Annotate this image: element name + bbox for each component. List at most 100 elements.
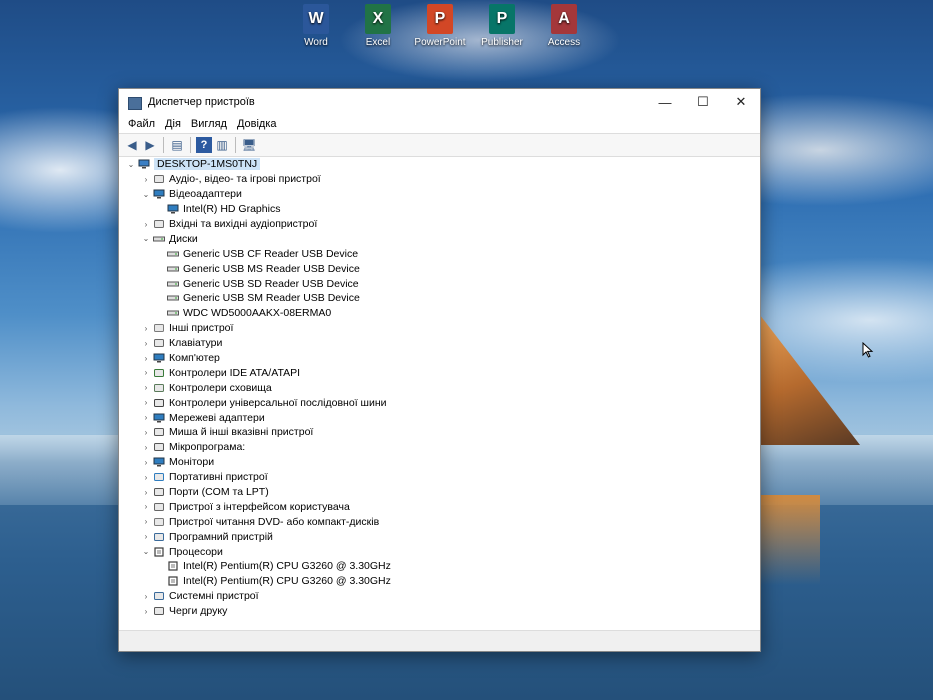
status-bar [119, 630, 760, 651]
menu-file[interactable]: Файл [123, 118, 160, 130]
chevron-right-icon[interactable]: › [141, 443, 151, 452]
dvd-icon [154, 517, 164, 526]
chevron-down-icon[interactable]: ⌄ [141, 234, 151, 243]
desktop-icons: W Word X Excel P PowerPoint P Publisher … [285, 2, 595, 48]
tree-category[interactable]: › Програмний пристрій [119, 529, 760, 544]
tree-device[interactable]: Generic USB SM Reader USB Device [119, 291, 760, 306]
publisher-icon: P [489, 4, 515, 34]
chevron-right-icon[interactable]: › [141, 175, 151, 184]
tree-category[interactable]: › Системні пристрої [119, 589, 760, 604]
tree-category[interactable]: › Контролери універсальної послідовної ши… [119, 395, 760, 410]
tree-category[interactable]: ⌄ Диски [119, 231, 760, 246]
chevron-down-icon[interactable]: ⌄ [141, 547, 151, 556]
tree-device[interactable]: Intel(R) HD Graphics [119, 202, 760, 217]
chevron-right-icon[interactable]: › [141, 607, 151, 616]
tree-category[interactable]: › Пристрої з інтерфейсом користувача [119, 499, 760, 514]
chevron-right-icon[interactable]: › [141, 517, 151, 526]
tree-item-label: Диски [169, 232, 198, 245]
desktop-icon-label: Access [547, 37, 581, 48]
tree-root-label: DESKTOP-1MS0TNJ [154, 158, 261, 171]
device-tree[interactable]: ⌄ DESKTOP-1MS0TNJ › Аудіо-, відео- та ігр… [119, 157, 760, 629]
properties-icon[interactable]: ▤ [169, 137, 185, 153]
monitor-icon [153, 457, 165, 467]
tree-category[interactable]: › Пристрої читання DVD- або компакт-дискі… [119, 514, 760, 529]
chevron-right-icon[interactable]: › [141, 532, 151, 541]
disk-icon [167, 310, 179, 316]
tree-device[interactable]: Generic USB CF Reader USB Device [119, 246, 760, 261]
tree-item-label: Відеоадаптери [169, 188, 242, 201]
tree-category[interactable]: › Портативні пристрої [119, 470, 760, 485]
usb-icon [154, 398, 164, 407]
tree-category[interactable]: › Аудіо-, відео- та ігрові пристрої [119, 172, 760, 187]
chevron-right-icon[interactable]: › [141, 383, 151, 392]
tree-item-label: Інші пристрої [169, 322, 234, 335]
scan-hardware-icon[interactable]: 🖥 [241, 137, 257, 153]
tree-category[interactable]: › Комп'ютер [119, 351, 760, 366]
desktop-icon-publisher[interactable]: P Publisher [471, 2, 533, 48]
tree-item-label: Intel(R) HD Graphics [183, 203, 281, 216]
chevron-right-icon[interactable]: › [141, 502, 151, 511]
title-bar[interactable]: Диспетчер пристроїв — ☐ ✕ [119, 89, 760, 115]
back-arrow-icon[interactable]: ◀ [124, 137, 140, 153]
ide-icon [154, 368, 164, 377]
tree-category[interactable]: › Вхідні та вихідні аудіопристрої [119, 217, 760, 232]
close-button[interactable]: ✕ [722, 89, 760, 115]
tree-category[interactable]: › Контролери IDE ATA/ATAPI [119, 365, 760, 380]
tree-item-label: Generic USB MS Reader USB Device [183, 262, 360, 275]
forward-arrow-icon[interactable]: ▶ [142, 137, 158, 153]
chevron-right-icon[interactable]: › [141, 398, 151, 407]
chevron-right-icon[interactable]: › [141, 428, 151, 437]
tree-category[interactable]: ⌄ Процесори [119, 544, 760, 559]
tree-device[interactable]: Generic USB SD Reader USB Device [119, 276, 760, 291]
tree-item-label: WDC WD5000AAKX-08ERMA0 [183, 307, 332, 320]
disk-icon [167, 251, 179, 257]
tree-item-label: Intel(R) Pentium(R) CPU G3260 @ 3.30GHz [183, 560, 391, 573]
chevron-right-icon[interactable]: › [141, 339, 151, 348]
tree-category[interactable]: › Контролери сховища [119, 380, 760, 395]
tree-category[interactable]: › Мережеві адаптери [119, 410, 760, 425]
tree-device[interactable]: Intel(R) Pentium(R) CPU G3260 @ 3.30GHz [119, 574, 760, 589]
tree-item-label: Системні пристрої [169, 590, 259, 603]
chevron-right-icon[interactable]: › [141, 368, 151, 377]
chevron-right-icon[interactable]: › [141, 458, 151, 467]
chevron-right-icon[interactable]: › [141, 592, 151, 601]
chevron-right-icon[interactable]: › [141, 413, 151, 422]
chevron-right-icon[interactable]: › [141, 488, 151, 497]
tree-category[interactable]: › Миша й інші вказівні пристрої [119, 425, 760, 440]
chevron-right-icon[interactable]: › [141, 354, 151, 363]
menu-help[interactable]: Довідка [232, 118, 282, 130]
tree-device[interactable]: WDC WD5000AAKX-08ERMA0 [119, 306, 760, 321]
help-icon[interactable]: ? [196, 137, 212, 153]
software-device-icon [154, 532, 164, 541]
menu-view[interactable]: Вигляд [186, 118, 232, 130]
tree-root[interactable]: ⌄ DESKTOP-1MS0TNJ [119, 157, 760, 172]
tree-category[interactable]: ⌄ Відеоадаптери [119, 187, 760, 202]
computer-icon [138, 159, 150, 169]
tree-category[interactable]: › Порти (COM та LPT) [119, 485, 760, 500]
tree-category[interactable]: › Монітори [119, 455, 760, 470]
details-icon[interactable]: ▥ [214, 137, 230, 153]
print-queue-icon [154, 607, 164, 616]
tree-item-label: Аудіо-, відео- та ігрові пристрої [169, 173, 321, 186]
tree-category[interactable]: › Інші пристрої [119, 321, 760, 336]
chevron-right-icon[interactable]: › [141, 324, 151, 333]
tree-item-label: Черги друку [169, 605, 228, 618]
tree-device[interactable]: Intel(R) Pentium(R) CPU G3260 @ 3.30GHz [119, 559, 760, 574]
minimize-button[interactable]: — [646, 89, 684, 115]
menu-action[interactable]: Дія [160, 118, 186, 130]
chevron-right-icon[interactable]: › [141, 220, 151, 229]
tree-category[interactable]: › Мікропрограма: [119, 440, 760, 455]
desktop-icon-powerpoint[interactable]: P PowerPoint [409, 2, 471, 48]
desktop-icon-word[interactable]: W Word [285, 2, 347, 48]
desktop-icon-excel[interactable]: X Excel [347, 2, 409, 48]
tree-item-label: Generic USB SD Reader USB Device [183, 277, 359, 290]
tree-item-label: Пристрої з інтерфейсом користувача [169, 500, 350, 513]
chevron-right-icon[interactable]: › [141, 473, 151, 482]
tree-category[interactable]: › Черги друку [119, 604, 760, 619]
chevron-down-icon[interactable]: ⌄ [141, 190, 151, 199]
desktop-icon-access[interactable]: A Access [533, 2, 595, 48]
maximize-button[interactable]: ☐ [684, 89, 722, 115]
tree-category[interactable]: › Клавіатури [119, 336, 760, 351]
chevron-down-icon[interactable]: ⌄ [126, 160, 136, 169]
tree-device[interactable]: Generic USB MS Reader USB Device [119, 261, 760, 276]
